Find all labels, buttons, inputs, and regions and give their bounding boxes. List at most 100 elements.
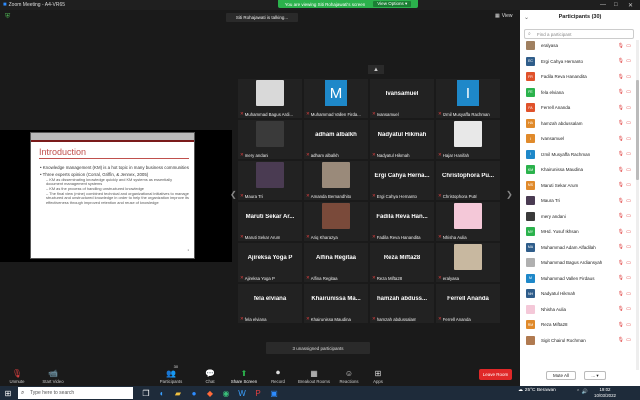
- video-tile[interactable]: Fadila Reva Han... ✕ Fadila Reva Hanandita: [370, 202, 434, 241]
- muted-mic-icon: 🎙: [617, 197, 624, 204]
- participant-row[interactable]: Maura Tri 🎙 ▭: [520, 195, 634, 206]
- participant-row[interactable]: RM Reza Mifta28 🎙 ▭: [520, 319, 634, 330]
- video-tile[interactable]: ✕ Ariq Kharazya: [304, 202, 368, 241]
- tile-name-label: ✕ Nadyatul Hikmah: [372, 152, 410, 158]
- video-tile[interactable]: Ivansamuel ✕ Ivansamuel: [370, 79, 434, 118]
- start-video-button[interactable]: 📹 Start Video: [40, 362, 66, 386]
- video-tile[interactable]: ✕ Muhammad Bagus Ardi...: [238, 79, 302, 118]
- breakout-rooms-icon: ▦: [310, 369, 318, 378]
- gallery-prev-arrow-icon[interactable]: ❮: [230, 190, 237, 199]
- participant-row[interactable]: EC Ergi Cahya Hernanto 🎙 ▭: [520, 56, 634, 67]
- participant-row[interactable]: NH Nadyatul Hikmah 🎙 ▭: [520, 288, 634, 299]
- video-tile[interactable]: Nadyatul Hikmah ✕ Nadyatul Hikmah: [370, 120, 434, 159]
- windows-start-icon[interactable]: ⊞: [3, 388, 13, 398]
- participant-row[interactable]: I Ivansamuel 🎙 ▭: [520, 133, 634, 144]
- muted-mic-icon: 🎙: [617, 73, 624, 80]
- participant-avatar: MY: [526, 227, 535, 236]
- muted-mic-icon: ✕: [438, 316, 442, 321]
- video-tile[interactable]: fela elviana ✕ fela elviana: [238, 284, 302, 323]
- participant-row[interactable]: MS Maruti Sekar Arum 🎙 ▭: [520, 180, 634, 191]
- video-tile[interactable]: ✕ eralyasa: [436, 243, 500, 282]
- task-view-icon[interactable]: ❐: [140, 387, 152, 399]
- record-button[interactable]: ⏺ Record: [268, 362, 288, 386]
- participant-row[interactable]: HA hamzah abdussalam 🎙 ▭: [520, 118, 634, 129]
- leave-room-button[interactable]: Leave Room: [479, 369, 512, 380]
- video-off-icon: ▭: [626, 89, 631, 95]
- chrome-taskbar-icon[interactable]: ◉: [220, 387, 232, 399]
- edge-browser-icon[interactable]: ◐: [156, 387, 168, 399]
- muted-mic-icon: ✕: [438, 152, 442, 157]
- share-screen-button[interactable]: ⬆ Share Screen: [229, 362, 259, 386]
- participant-display-name: hamzah abduss...: [376, 296, 427, 302]
- video-tile[interactable]: ✕ Hajar Hanifah: [436, 120, 500, 159]
- zoom-taskbar-icon[interactable]: ●: [188, 387, 200, 399]
- participant-avatar: MA: [526, 242, 535, 252]
- view-options-button[interactable]: View Options ▾: [373, 1, 412, 7]
- participant-row[interactable]: FE fela elviana 🎙 ▭: [520, 87, 634, 98]
- active-speaker-label: Siti Rohajawati is talking...: [226, 13, 298, 22]
- video-tile[interactable]: Christophora Pu... ✕ Christophora Putri: [436, 161, 500, 200]
- muted-mic-icon: ✕: [306, 193, 310, 198]
- gallery-next-arrow-icon[interactable]: ❯: [506, 190, 513, 199]
- more-options-button[interactable]: ... ▾: [584, 371, 606, 380]
- video-tile[interactable]: ✕ Maura Tri: [238, 161, 302, 200]
- video-tile[interactable]: Maruti Sekar Ar... ✕ Maruti Sekar Arum: [238, 202, 302, 241]
- video-tile[interactable]: hamzah abduss... ✕ hamzah abdussalam: [370, 284, 434, 323]
- collapse-gallery-button[interactable]: ▲: [368, 65, 384, 74]
- video-tile[interactable]: ✕ Amanda Bernandhito: [304, 161, 368, 200]
- security-shield-icon[interactable]: ⛨: [5, 13, 11, 20]
- participant-row[interactable]: FA Ferrell Ananda 🎙 ▭: [520, 102, 634, 113]
- participant-row[interactable]: MA Muhammad Adam Alfadilah 🎙 ▭: [520, 242, 634, 253]
- zoom-meeting-taskbar-icon[interactable]: ▣: [268, 387, 280, 399]
- smiley-icon: ☺: [344, 369, 354, 378]
- participant-row[interactable]: KM Khairunissa Maudina 🎙 ▭: [520, 164, 634, 175]
- chat-button[interactable]: 💬 Chat: [201, 362, 219, 386]
- participant-row[interactable]: FR Fadila Reva Hanandita 🎙 ▭: [520, 71, 634, 82]
- participant-row[interactable]: eralyasa 🎙 ▭: [520, 40, 634, 51]
- participants-button[interactable]: 👥 30 Participants: [158, 362, 184, 386]
- video-tile[interactable]: Ferrell Ananda ✕ Ferrell Ananda: [436, 284, 500, 323]
- participant-row[interactable]: mery andani 🎙 ▭: [520, 211, 634, 222]
- view-button[interactable]: ▦ View: [495, 13, 512, 19]
- close-window-button[interactable]: ✕: [628, 0, 633, 10]
- video-tile[interactable]: ✕ Nhisha Aulia: [436, 202, 500, 241]
- system-tray-icons[interactable]: ⌃ 🔊: [576, 389, 588, 395]
- breakout-rooms-button[interactable]: ▦ Breakout Rooms: [296, 362, 332, 386]
- video-tile[interactable]: Alfina Regitaa ✕ Alfina Regitaa: [304, 243, 368, 282]
- video-tile[interactable]: Ergi Cahya Herna... ✕ Ergi Cahya Hernanto: [370, 161, 434, 200]
- reactions-button[interactable]: ☺ Reactions: [337, 362, 361, 386]
- participants-scrollbar[interactable]: [636, 40, 639, 370]
- participant-row[interactable]: Muhammad Bagus Ardiansyah 🎙 ▭: [520, 257, 634, 268]
- video-tile[interactable]: M ✕ Muhammad Vallen Firda...: [304, 79, 368, 118]
- participant-row[interactable]: I Izmil Musyaffa Rachman 🎙 ▭: [520, 149, 634, 160]
- apps-button[interactable]: ⊞ Apps: [370, 362, 386, 386]
- video-tile[interactable]: Reza Mifta28 ✕ Reza Mifta28: [370, 243, 434, 282]
- video-tile[interactable]: adham albalkh ✕ adham albalkh: [304, 120, 368, 159]
- mute-all-button[interactable]: Mute All: [546, 371, 576, 380]
- participant-row[interactable]: Nhisha Aulia 🎙 ▭: [520, 304, 634, 315]
- video-tile[interactable]: Ajireksa Yoga P ✕ Ajireksa Yoga P: [238, 243, 302, 282]
- maximize-button[interactable]: □: [614, 0, 618, 10]
- muted-mic-icon: ✕: [240, 152, 244, 157]
- participant-row[interactable]: Sigit Chairul Rochman 🎙 ▭: [520, 335, 634, 346]
- muted-mic-icon: ✕: [240, 316, 244, 321]
- video-tile[interactable]: I ✕ Izmil Musyaffa Rachman: [436, 79, 500, 118]
- powerpoint-taskbar-icon[interactable]: P: [252, 387, 264, 399]
- tile-name-label: ✕ Ariq Kharazya: [306, 234, 338, 240]
- participant-row[interactable]: MY MHd. Yusuf Ikhsan 🎙 ▭: [520, 226, 634, 237]
- weather-widget[interactable]: ☁ 25°C Berawan: [518, 388, 556, 393]
- chevron-down-icon[interactable]: ⌄: [524, 14, 529, 21]
- video-tile[interactable]: Khairunissa Ma... ✕ Khairunissa Maudina: [304, 284, 368, 323]
- app-taskbar-icon[interactable]: ◆: [204, 387, 216, 399]
- muted-mic-icon: ✕: [240, 193, 244, 198]
- taskbar-clock[interactable]: 19:02 10/03/2022: [594, 387, 616, 398]
- minimize-button[interactable]: —: [600, 0, 606, 10]
- word-taskbar-icon[interactable]: W: [236, 387, 248, 399]
- participant-search-input[interactable]: ⌕ Find a participant: [524, 29, 634, 39]
- unassigned-participants-label[interactable]: 3 unassigned participants: [266, 342, 370, 354]
- participant-row[interactable]: M Muhammad Vallen Firdaus 🎙 ▭: [520, 273, 634, 284]
- video-tile[interactable]: ✕ mery andani: [238, 120, 302, 159]
- taskbar-search-input[interactable]: ⌕ Type here to search: [18, 387, 133, 399]
- file-explorer-icon[interactable]: ▰: [172, 387, 184, 399]
- unmute-button[interactable]: 🎙 Unmute: [6, 362, 28, 386]
